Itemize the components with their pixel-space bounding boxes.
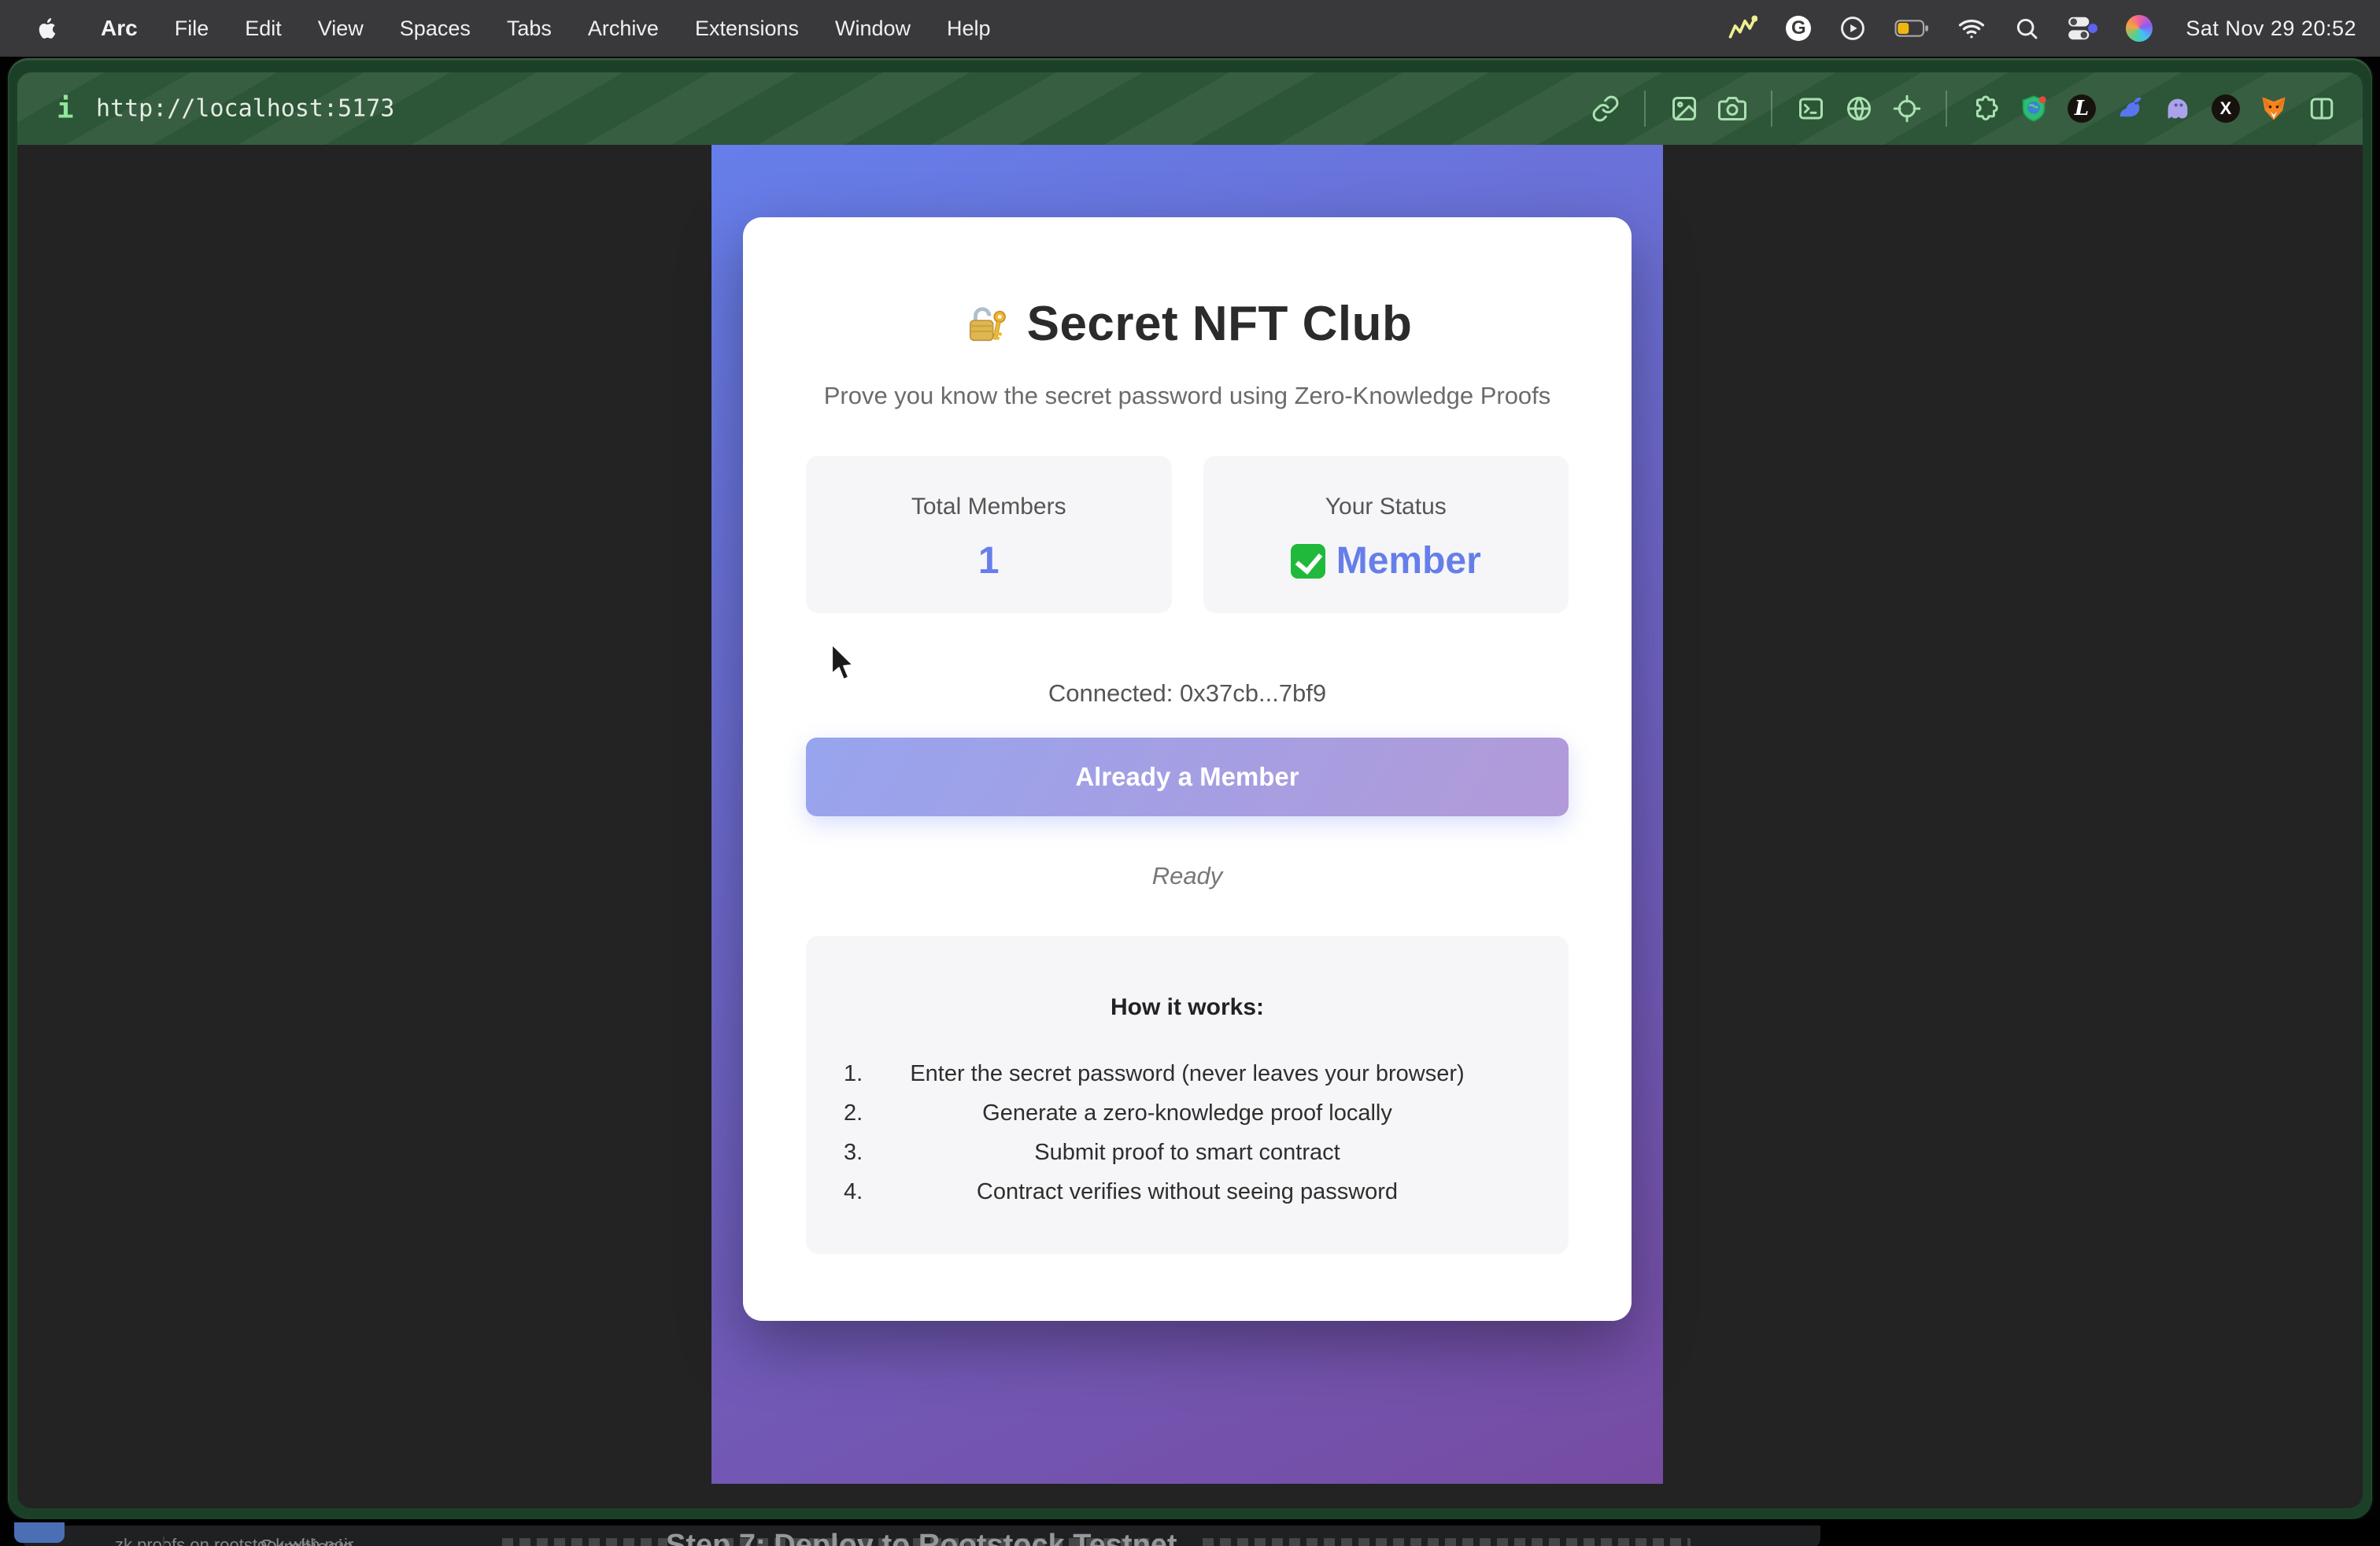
menubar-app-name[interactable]: Arc [82, 16, 157, 41]
how-it-works-title: How it works: [806, 936, 1569, 1021]
phantom-ghost-icon[interactable] [2164, 94, 2192, 123]
lock-with-key-icon [963, 300, 1011, 349]
step-number: 4. [844, 1172, 863, 1211]
background-doc-heading: Step 7: Deploy to Rootstock Testnet [666, 1529, 1177, 1546]
menu-edit[interactable]: Edit [227, 17, 300, 41]
stat-value: Member [1203, 539, 1569, 583]
site-info-icon[interactable]: i [57, 93, 74, 125]
loom-icon[interactable]: L [2068, 94, 2096, 123]
siri-icon[interactable] [2126, 15, 2153, 42]
x-wallet-icon[interactable]: X [2212, 94, 2240, 123]
step-number: 1. [844, 1054, 863, 1093]
total-members-stat: Total Members 1 [806, 456, 1172, 613]
background-divider [163, 1537, 164, 1546]
step-text: Enter the secret password (never leaves … [910, 1061, 1464, 1086]
background-window-blue-tab[interactable] [14, 1522, 65, 1543]
menu-file[interactable]: File [157, 17, 227, 41]
secret-nft-club-card: Secret NFT Club Prove you know the secre… [743, 217, 1632, 1321]
extensions-puzzle-icon[interactable] [1972, 94, 2000, 123]
step-number: 2. [844, 1093, 863, 1133]
menubar-clock[interactable]: Sat Nov 29 20:52 [2181, 17, 2356, 41]
arc-browser-window: i http://localhost:5173 [8, 58, 2372, 1519]
menubar: Arc File Edit View Spaces Tabs Archive E… [0, 0, 2380, 57]
step-text: Generate a zero-knowledge proof locally [982, 1100, 1392, 1126]
stat-label: Total Members [806, 494, 1172, 520]
how-step: 1. Enter the secret password (never leav… [806, 1054, 1569, 1093]
menu-window[interactable]: Window [817, 17, 929, 41]
desktop: Arc File Edit View Spaces Tabs Archive E… [0, 0, 2380, 1546]
how-it-works-list: 1. Enter the secret password (never leav… [806, 1054, 1569, 1211]
toolbar-divider [1644, 91, 1646, 127]
rabbit-wallet-icon[interactable] [2116, 94, 2144, 123]
how-step: 3. Submit proof to smart contract [806, 1133, 1569, 1172]
split-view-icon[interactable] [2308, 94, 2336, 123]
stat-label: Your Status [1203, 494, 1569, 520]
browser-toolbar: L X [1591, 72, 2336, 145]
page-title-row: Secret NFT Club [806, 296, 1569, 352]
step-number: 3. [844, 1133, 863, 1172]
illegible-toolbar-text [502, 1538, 667, 1546]
menu-extensions[interactable]: Extensions [677, 17, 817, 41]
connected-address: Connected: 0x37cb...7bf9 [806, 679, 1569, 708]
step-text: Submit proof to smart contract [1034, 1140, 1340, 1165]
status-value-text: Member [1336, 539, 1481, 583]
browser-header: i http://localhost:5173 [17, 72, 2363, 145]
how-step: 2. Generate a zero-knowledge proof local… [806, 1093, 1569, 1133]
status-text: Ready [806, 862, 1569, 890]
crosshair-icon[interactable] [1893, 94, 1921, 123]
privacy-shield-icon[interactable] [2020, 94, 2048, 123]
camera-icon[interactable] [1718, 94, 1746, 123]
mouse-cursor [829, 643, 856, 682]
page-subtitle: Prove you know the secret password using… [806, 382, 1569, 410]
web-content: Secret NFT Club Prove you know the secre… [17, 145, 2363, 1508]
illegible-toolbar-text [1203, 1538, 1691, 1546]
copy-link-icon[interactable] [1591, 94, 1620, 123]
stats-row: Total Members 1 Your Status Member [806, 456, 1569, 613]
page-title: Secret NFT Club [1027, 296, 1413, 352]
search-icon[interactable] [2014, 16, 2039, 41]
url-field[interactable]: http://localhost:5173 [96, 95, 394, 123]
how-it-works-box: How it works: 1. Enter the secret passwo… [806, 936, 1569, 1254]
menu-view[interactable]: View [300, 17, 382, 41]
terminal-icon[interactable] [1797, 94, 1825, 123]
step-text: Contract verifies without seeing passwor… [977, 1179, 1398, 1204]
menu-archive[interactable]: Archive [570, 17, 677, 41]
menu-spaces[interactable]: Spaces [382, 17, 489, 41]
globe-icon[interactable] [1845, 94, 1873, 123]
chart-activity-icon[interactable] [1728, 15, 1757, 42]
background-window-strip: zk proofs on rootstock with noir Symbios… [0, 1519, 2380, 1546]
grammarly-icon[interactable]: G [1786, 16, 1811, 41]
control-center-icon[interactable] [2068, 16, 2097, 41]
toolbar-divider [1946, 91, 1947, 127]
metamask-fox-icon[interactable] [2260, 94, 2288, 123]
image-icon[interactable] [1670, 94, 1698, 123]
how-step: 4. Contract verifies without seeing pass… [806, 1172, 1569, 1211]
stat-value: 1 [806, 539, 1172, 583]
apple-menu-icon[interactable] [35, 13, 61, 44]
already-a-member-button[interactable]: Already a Member [806, 738, 1569, 816]
background-doc-tab[interactable]: Symbiosis [260, 1535, 353, 1546]
wifi-icon[interactable] [1957, 17, 1986, 40]
play-circle-icon[interactable] [1839, 15, 1866, 42]
green-check-icon [1291, 544, 1325, 579]
menu-tabs[interactable]: Tabs [489, 17, 570, 41]
menu-help[interactable]: Help [929, 17, 1009, 41]
battery-icon[interactable] [1894, 17, 1929, 39]
page-gradient-background: Secret NFT Club Prove you know the secre… [711, 145, 1663, 1484]
your-status-stat: Your Status Member [1203, 456, 1569, 613]
toolbar-divider [1771, 91, 1772, 127]
